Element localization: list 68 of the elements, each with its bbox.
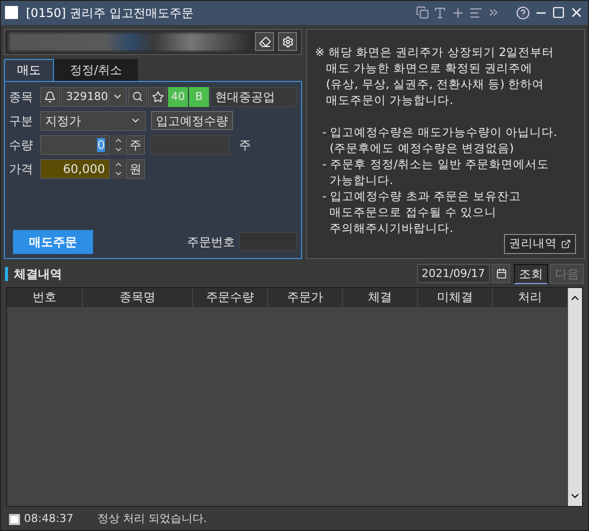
stock-name-field: 현대중공업 (210, 86, 297, 107)
scrollbar[interactable] (568, 288, 582, 506)
notice-text: 매도주문으로 접수될 수 있으니 (328, 204, 498, 220)
unit-label: 원 (126, 158, 145, 179)
notice-text: 매도 가능한 화면으로 확정된 권리주에 (324, 60, 534, 76)
expected-qty-button[interactable]: 입고예정수량 (151, 111, 233, 130)
bell-icon (44, 90, 56, 103)
rights-history-button[interactable]: 권리내역 (504, 234, 576, 254)
code-label: 종목 (9, 88, 34, 106)
notice-text: - 입고예정수량 초과 주문은 보유잔고 (321, 188, 522, 204)
search-icon (132, 91, 143, 102)
column-header: 번호 (7, 288, 83, 308)
notice-text: ※ 해당 화면은 권리주가 상장되기 2일전부터 (315, 44, 556, 60)
unit-label: 주 (126, 134, 145, 155)
unit-label: 주 (239, 136, 251, 154)
quantity-spinner[interactable] (111, 134, 125, 155)
status-time: 08:48:37 (24, 510, 74, 527)
favorite-button[interactable] (148, 86, 167, 107)
notice-text: 주의해주시기바랍니다. (328, 220, 454, 236)
tab[interactable]: 매도 (4, 58, 54, 81)
external-link-icon (561, 238, 571, 249)
margin-badge: 40 (168, 86, 188, 107)
search-button[interactable] (128, 86, 147, 107)
column-header: 체결 (343, 288, 418, 308)
settings-icon (282, 36, 294, 48)
dropdown-button[interactable] (108, 86, 127, 107)
message-icon (9, 514, 20, 525)
calendar-icon (496, 268, 506, 279)
type-dropdown[interactable]: 지정가 (40, 110, 146, 131)
column-header: 미체결 (418, 288, 493, 308)
notice-text: 매도주문이 가능합니다. (324, 92, 454, 108)
column-header: 주문수량 (193, 288, 268, 308)
eraser-icon (258, 36, 270, 48)
date-field[interactable]: 2021/09/17 (416, 264, 490, 283)
font-icon[interactable] (433, 6, 447, 20)
eraser-button[interactable] (255, 32, 274, 52)
notice-text: 가능합니다. (328, 172, 394, 188)
window-title: [0150] 권리주 입고전매도주문 (26, 4, 195, 22)
star-icon (152, 90, 164, 103)
price-field[interactable]: 60,000 (40, 158, 110, 179)
notice-text: - 주문후 정정/취소는 일반 주문화면에서도 (321, 156, 550, 172)
notice-text: (유상, 무상, 실권주, 전환사채 등) 한하여 (324, 76, 546, 92)
window-copy-icon[interactable] (416, 6, 429, 20)
column-header: 종목명 (83, 288, 193, 308)
query-button[interactable]: 조회 (514, 264, 548, 284)
settings-button[interactable] (278, 32, 297, 52)
type-label: 구분 (9, 112, 34, 130)
add-icon[interactable] (451, 6, 465, 20)
tab[interactable]: 정정/취소 (54, 58, 138, 81)
list-icon[interactable] (469, 6, 483, 20)
window-icon (5, 6, 18, 20)
calendar-button[interactable] (492, 264, 510, 283)
account-field[interactable] (9, 32, 251, 51)
section-title: 체결내역 (14, 266, 63, 282)
notice-text: - 입고예정수량은 매도가능수량이 아닙니다. (321, 124, 558, 140)
quantity-label: 수량 (9, 136, 34, 154)
notice-text: (주문후에도 예정수량은 변경없음) (328, 140, 515, 156)
grade-badge: B (189, 86, 209, 107)
order-number-label: 주문번호 (187, 234, 235, 251)
price-label: 가격 (9, 160, 34, 178)
code-field[interactable]: 329180 (61, 86, 107, 107)
status-message: 정상 처리 되었습니다. (97, 510, 207, 527)
section-marker (5, 266, 8, 280)
price-spinner[interactable] (111, 158, 125, 179)
maximize-icon[interactable] (552, 6, 565, 20)
alert-button[interactable] (40, 86, 60, 107)
help-icon[interactable] (516, 6, 530, 20)
column-header: 주문가 (268, 288, 343, 308)
